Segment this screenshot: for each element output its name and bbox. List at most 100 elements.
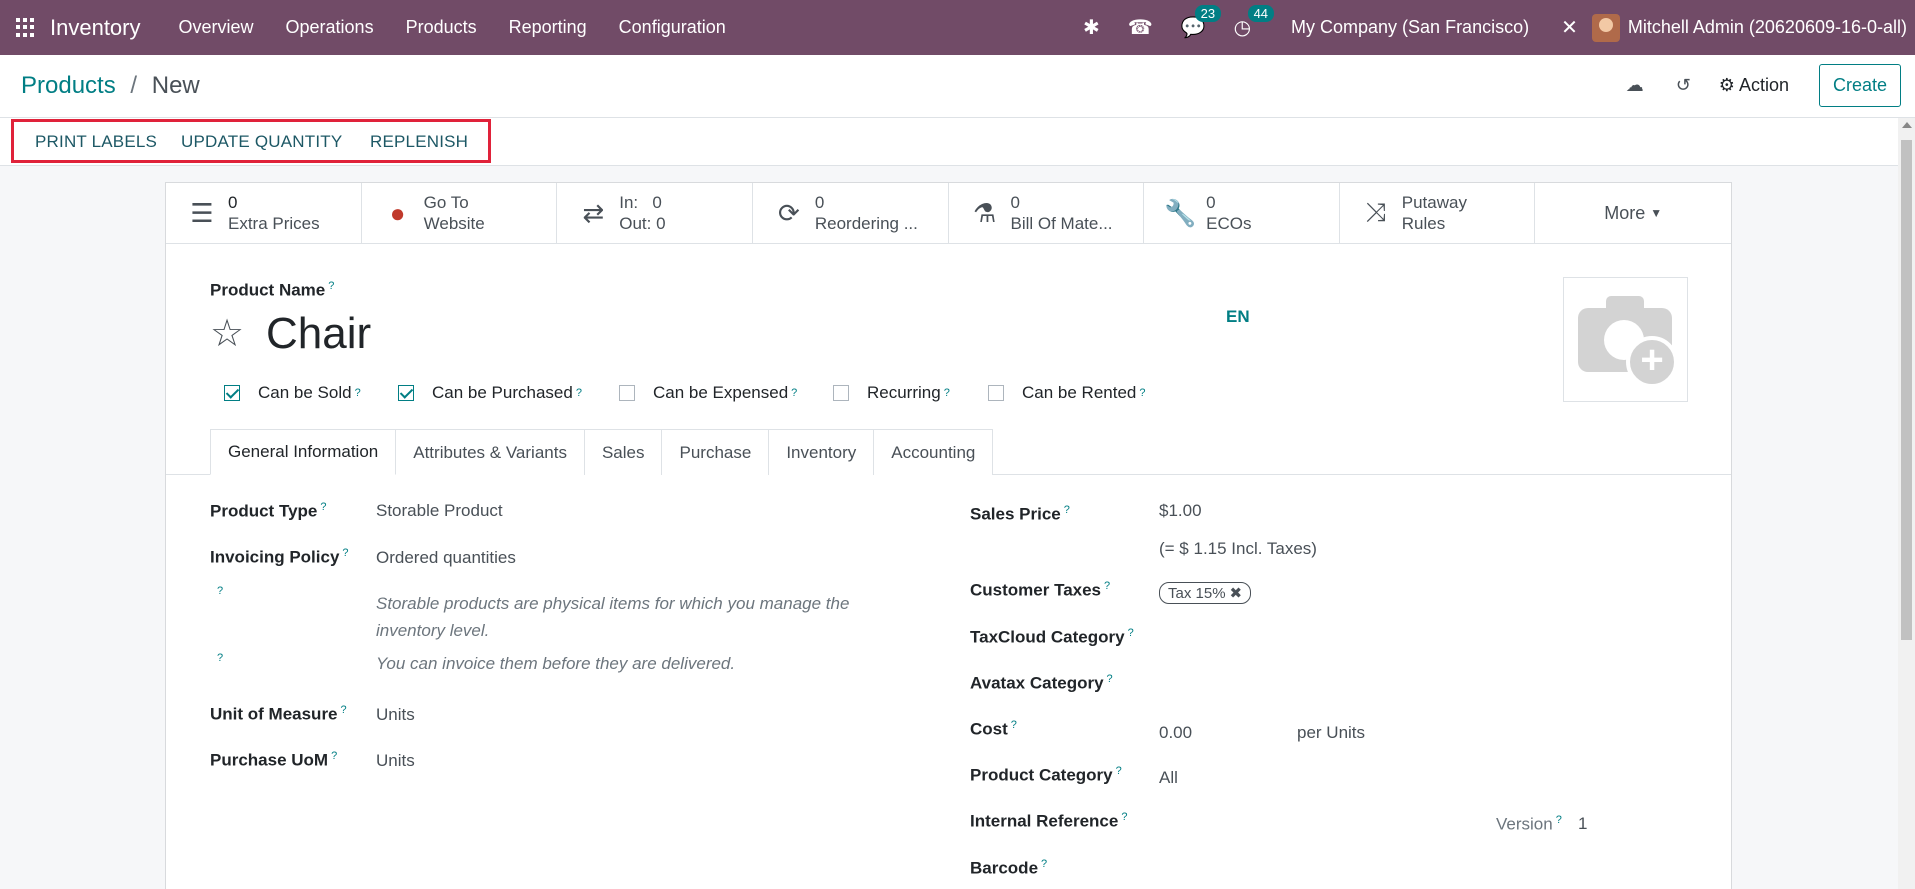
product-type-select[interactable]: Storable Product <box>376 501 503 521</box>
avatar <box>1591 13 1620 42</box>
menu-configuration[interactable]: Configuration <box>603 17 742 38</box>
checkbox-can-be-expensed[interactable]: Can be Expensed? <box>619 383 797 403</box>
company-switcher[interactable]: My Company (San Francisco) <box>1291 17 1529 38</box>
checkbox-can-be-rented[interactable]: Can be Rented? <box>988 383 1146 403</box>
phone-icon[interactable]: ☎ <box>1128 15 1153 40</box>
checkbox[interactable] <box>398 385 414 401</box>
purchase-uom-select[interactable]: Units <box>376 751 415 771</box>
checkbox[interactable] <box>833 385 849 401</box>
gear-icon: ⚙ <box>1718 75 1735 95</box>
flask-icon: ⚗ <box>972 197 997 228</box>
in-out-button[interactable]: ⇄ In: 0 Out: 0 <box>557 183 753 243</box>
product-name-label: Product Name? <box>210 280 335 300</box>
scroll-up-icon[interactable] <box>1902 122 1912 128</box>
incl-taxes-text: (= $ 1.15 Incl. Taxes) <box>1159 539 1317 558</box>
app-name[interactable]: Inventory <box>50 15 141 41</box>
update-quantity-button[interactable]: UPDATE QUANTITY <box>181 132 342 152</box>
smart-value: 0 <box>1206 193 1216 212</box>
product-category-label: Product Category? <box>970 765 1122 785</box>
extra-prices-button[interactable]: ☰ 0 Extra Prices <box>166 183 362 243</box>
invoicing-policy-select[interactable]: Ordered quantities <box>376 548 516 568</box>
cost-input[interactable]: 0.00 <box>1159 723 1192 743</box>
apps-menu-icon[interactable] <box>16 17 36 38</box>
tab-purchase[interactable]: Purchase <box>661 429 770 475</box>
product-type-help: Storable products are physical items for… <box>376 594 850 640</box>
smart-value: 0 <box>1010 193 1020 212</box>
star-icon[interactable]: ☆ <box>210 311 244 356</box>
language-button[interactable]: EN <box>1226 307 1250 327</box>
checkbox-label: Can be Expensed <box>653 383 789 402</box>
taxcloud-category-label: TaxCloud Category? <box>970 627 1134 647</box>
smart-label: ECOs <box>1206 214 1252 233</box>
checkbox-can-be-purchased[interactable]: Can be Purchased? <box>398 383 582 403</box>
checkbox-label: Can be Purchased <box>432 383 573 402</box>
tab-general-information[interactable]: General Information <box>210 429 397 475</box>
uom-label: Unit of Measure? <box>210 704 347 724</box>
create-button[interactable]: Create <box>1818 64 1901 107</box>
smart-value: Go To <box>423 193 469 212</box>
cost-label: Cost? <box>970 719 1017 739</box>
refresh-icon: ⟳ <box>777 197 800 228</box>
checkbox[interactable] <box>619 385 635 401</box>
invoicing-help: You can invoice them before they are del… <box>376 654 736 673</box>
customer-taxes-label: Customer Taxes? <box>970 580 1111 600</box>
wrench-icon: 🔧 <box>1164 197 1197 228</box>
scrollbar[interactable] <box>1898 118 1915 889</box>
tab-inventory[interactable]: Inventory <box>768 429 875 475</box>
smart-label: Out: 0 <box>619 214 666 233</box>
internal-reference-label: Internal Reference? <box>970 811 1128 831</box>
tools-icon[interactable]: ✕ <box>1561 15 1578 40</box>
notebook-tabs: General Information Attributes & Variant… <box>210 429 994 475</box>
customer-taxes-field[interactable]: Tax 15% ✖ <box>1159 582 1252 604</box>
smart-value: In: 0 <box>619 193 662 212</box>
checkbox[interactable] <box>988 385 1004 401</box>
print-labels-button[interactable]: PRINT LABELS <box>35 132 157 152</box>
caret-down-icon: ▼ <box>1650 206 1663 220</box>
product-image[interactable]: + <box>1563 277 1688 402</box>
checkbox[interactable] <box>224 385 240 401</box>
tab-sales[interactable]: Sales <box>583 429 663 475</box>
activities-badge: 44 <box>1247 5 1275 22</box>
menu-operations[interactable]: Operations <box>270 17 390 38</box>
tab-accounting[interactable]: Accounting <box>873 429 994 475</box>
product-category-select[interactable]: All <box>1159 768 1178 788</box>
smart-value: 0 <box>228 193 238 212</box>
uom-select[interactable]: Units <box>376 705 415 725</box>
save-cloud-icon[interactable]: ☁ <box>1626 75 1644 96</box>
sales-price-label: Sales Price? <box>970 504 1070 524</box>
checkbox-can-be-sold[interactable]: Can be Sold? <box>224 383 361 403</box>
scroll-thumb[interactable] <box>1901 140 1912 640</box>
action-menu[interactable]: ⚙ Action <box>1719 75 1789 96</box>
more-button[interactable]: More ▼ <box>1535 183 1731 243</box>
user-menu[interactable]: Mitchell Admin (20620609-16-0-all) <box>1591 13 1907 42</box>
bom-button[interactable]: ⚗ 0 Bill Of Mate... <box>949 183 1145 243</box>
form-sheet: ☰ 0 Extra Prices ● Go To Website ⇄ In: 0 Ou… <box>165 182 1732 889</box>
replenish-button[interactable]: REPLENISH <box>370 132 468 152</box>
menu-products[interactable]: Products <box>390 17 493 38</box>
statusbar: PRINT LABELS UPDATE QUANTITY REPLENISH <box>0 118 1898 166</box>
sales-price-input[interactable]: $1.00 <box>1159 501 1202 521</box>
breadcrumb-products[interactable]: Products <box>21 72 116 99</box>
go-to-website-button[interactable]: ● Go To Website <box>362 183 558 243</box>
version-value: 1 <box>1578 814 1588 833</box>
checkbox-label: Can be Rented <box>1022 383 1137 402</box>
menu-reporting[interactable]: Reporting <box>493 17 603 38</box>
tax-tag: Tax 15% ✖ <box>1159 582 1252 604</box>
smart-label: Website <box>423 214 485 233</box>
product-name-input[interactable]: Chair <box>266 309 371 359</box>
smart-label: Extra Prices <box>228 214 320 233</box>
smart-buttons: ☰ 0 Extra Prices ● Go To Website ⇄ In: 0 Ou… <box>166 183 1731 244</box>
checkbox-recurring[interactable]: Recurring? <box>833 383 950 403</box>
discard-icon[interactable]: ↺ <box>1676 75 1691 96</box>
remove-tag-icon[interactable]: ✖ <box>1230 585 1243 602</box>
reordering-button[interactable]: ⟳ 0 Reordering ... <box>753 183 949 243</box>
tab-attributes-variants[interactable]: Attributes & Variants <box>395 429 585 475</box>
putaway-rules-button[interactable]: ⤨ Putaway Rules <box>1340 183 1536 243</box>
chat-icon[interactable]: 💬 23 <box>1181 5 1222 40</box>
menu-overview[interactable]: Overview <box>163 17 270 38</box>
list-icon: ☰ <box>190 197 214 228</box>
transfer-icon: ⇄ <box>582 197 605 228</box>
clock-icon[interactable]: ◷ 44 <box>1234 5 1275 40</box>
bug-icon[interactable]: ✱ <box>1083 15 1100 40</box>
ecos-button[interactable]: 🔧 0 ECOs <box>1144 183 1340 243</box>
